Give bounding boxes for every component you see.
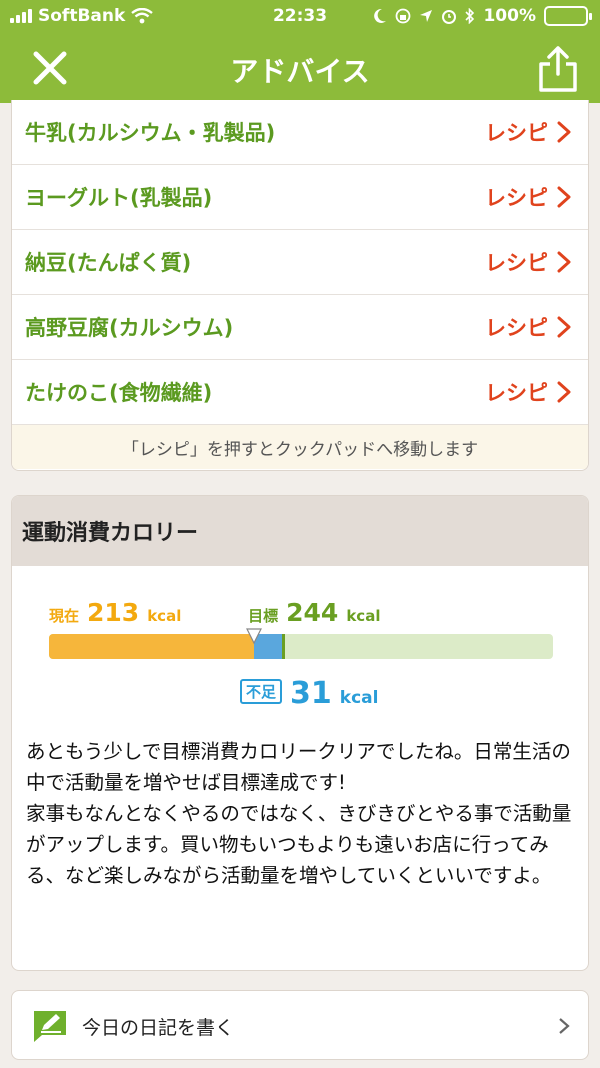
recommended-foods-card: 牛乳(カルシウム・乳製品) レシピ ヨーグルト(乳製品) レシピ 納豆(たんぱく質) レシ… — [11, 100, 589, 471]
food-name: 納豆(たんぱく質) — [25, 251, 192, 275]
location-icon — [420, 10, 433, 22]
food-row: 納豆(たんぱく質) レシピ — [12, 230, 588, 295]
diary-label: 今日の日記を書く — [82, 1017, 235, 1039]
page-title: アドバイス — [230, 55, 370, 88]
food-row: 牛乳(カルシウム・乳製品) レシピ — [12, 100, 588, 165]
recipe-link[interactable]: レシピ — [485, 312, 572, 342]
food-name: 牛乳(カルシウム・乳製品) — [25, 121, 276, 145]
app-header: SoftBank 22:33 100% アドバイス — [0, 0, 600, 103]
food-row: たけのこ(食物繊維) レシピ — [12, 360, 588, 425]
food-name: 高野豆腐(カルシウム) — [25, 316, 234, 340]
chevron-right-icon — [557, 316, 571, 338]
goal-marker-icon — [246, 628, 263, 644]
pencil-note-icon — [34, 1011, 66, 1042]
nav-bar: アドバイス — [0, 34, 600, 100]
share-icon[interactable] — [536, 44, 580, 94]
battery-icon — [544, 6, 592, 26]
calorie-progress-bar — [49, 634, 553, 659]
rotation-lock-icon — [396, 8, 411, 24]
moon-icon — [374, 8, 387, 23]
chevron-right-icon — [557, 381, 571, 403]
bluetooth-icon — [465, 8, 475, 24]
recipe-label: レシピ — [485, 251, 548, 275]
chevron-right-icon — [557, 121, 571, 143]
advice-text: あともう少しで目標消費カロリークリアでしたね。日常生活の中で活動量を増やせば目標… — [26, 740, 572, 887]
status-bar: SoftBank 22:33 100% — [0, 0, 600, 34]
current-calorie: 現在 213 kcal — [49, 598, 182, 627]
recipe-note: 「レシピ」を押すとクックパッドへ移動します — [12, 425, 588, 469]
chevron-right-icon — [557, 251, 571, 273]
recipe-link[interactable]: レシピ — [485, 182, 572, 212]
recipe-label: レシピ — [485, 316, 548, 340]
recipe-label: レシピ — [485, 121, 548, 145]
food-list: 牛乳(カルシウム・乳製品) レシピ ヨーグルト(乳製品) レシピ 納豆(たんぱく質) レシ… — [12, 100, 588, 425]
chevron-right-icon — [557, 186, 571, 208]
food-row: 高野豆腐(カルシウム) レシピ — [12, 295, 588, 360]
recipe-link[interactable]: レシピ — [485, 377, 572, 407]
chevron-right-icon — [559, 1018, 570, 1034]
recipe-link[interactable]: レシピ — [485, 247, 572, 277]
food-name: たけのこ(食物繊維) — [25, 381, 213, 405]
battery-percent: 100% — [483, 6, 536, 26]
food-row: ヨーグルト(乳製品) レシピ — [12, 165, 588, 230]
food-name: ヨーグルト(乳製品) — [25, 186, 213, 210]
exercise-calorie-card: 運動消費カロリー 現在 213 kcal 目標 244 kcal 不足 31 k… — [11, 495, 589, 971]
current-fill — [49, 634, 255, 659]
goal-line — [282, 634, 286, 659]
alarm-icon — [442, 10, 457, 24]
write-diary-button[interactable]: 今日の日記を書く — [11, 990, 589, 1060]
recipe-link[interactable]: レシピ — [485, 117, 572, 147]
section-title: 運動消費カロリー — [12, 496, 588, 566]
shortfall-calorie: 不足 31 kcal — [240, 676, 378, 711]
recipe-label: レシピ — [485, 186, 548, 210]
recipe-label: レシピ — [485, 381, 548, 405]
goal-calorie: 目標 244 kcal — [248, 598, 381, 627]
